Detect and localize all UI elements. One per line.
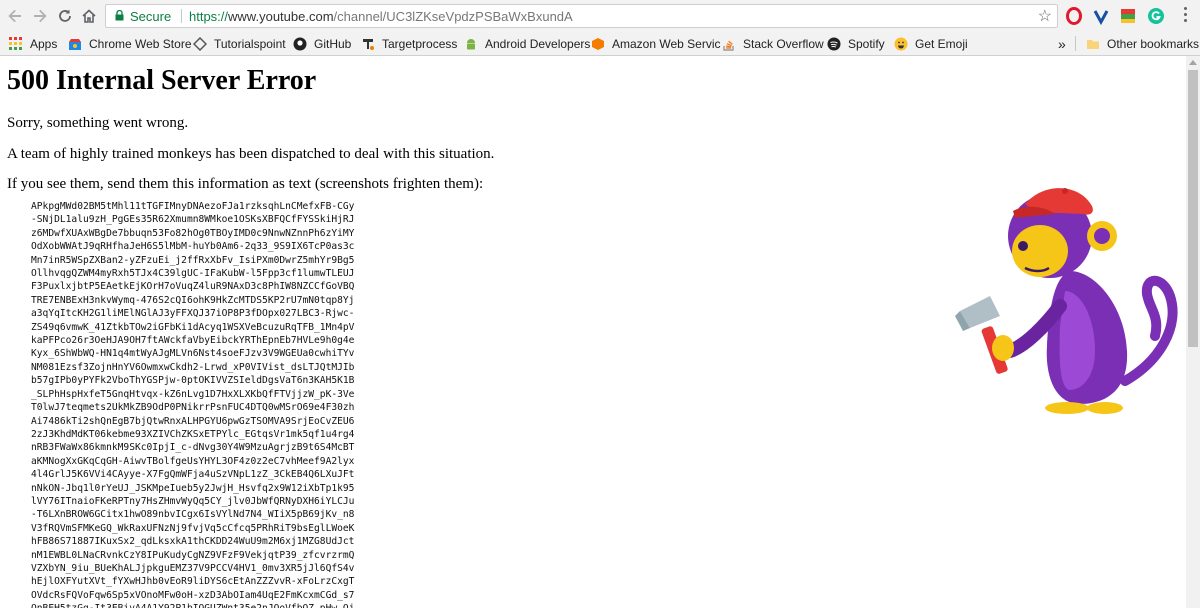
bookmark-label: Targetprocess — [382, 36, 458, 51]
bookmark-chrome-web-store[interactable]: Chrome Web Store — [68, 35, 192, 52]
bookmark-apps[interactable]: Apps — [9, 35, 57, 52]
targetprocess-icon — [363, 38, 374, 50]
debug-info-line: _SLPhHspHxfeT5GnqHtvqx-kZ6nLvg1D7HxXLXKb… — [31, 388, 355, 400]
scroll-up-arrow-icon[interactable] — [1189, 60, 1197, 65]
debug-info-line: 4l4GrlJ5K6VVi4CAyye-X7FgQmWFja4uSzVNpL1z… — [31, 469, 355, 481]
debug-info-line: aKMNogXxGKqCqGH-AiwvTBolfgeUsYHYL3OF4z0z… — [31, 455, 355, 467]
bookmark-label: Tutorialspoint — [214, 36, 286, 51]
github-icon — [293, 37, 307, 50]
colorful-extension-icon[interactable] — [1119, 7, 1137, 25]
spotify-icon — [827, 37, 841, 50]
browser-toolbar: Secure https://www.youtube.com/channel/U… — [0, 0, 1200, 32]
omnibox-divider — [181, 9, 182, 23]
debug-info-line: 2zJ3KhdMdKT06kebme93XZIVChZKSxETPYlc_EGt… — [31, 428, 355, 440]
back-arrow-icon[interactable] — [4, 5, 26, 27]
home-icon[interactable] — [78, 5, 100, 27]
bookmark-label: Chrome Web Store — [89, 36, 192, 51]
url-text[interactable]: https://www.youtube.com/channel/UC3lZKse… — [189, 9, 573, 24]
debug-info-line: kaPFPco26r3OeHJA9OH7ftAWckfaVbyEibckYRTh… — [31, 335, 355, 347]
bookmark-tutorialspoint[interactable]: Tutorialspoint — [193, 35, 286, 52]
url-path: /channel/UC3lZKseVpdzPSBaWxBxundA — [333, 9, 573, 24]
address-bar[interactable]: Secure https://www.youtube.com/channel/U… — [105, 4, 1058, 28]
debug-info-line: NM081Ezsf3ZojnHnYV6OwmxwCkdh2-Lrwd_xP0VI… — [31, 361, 355, 373]
url-host: www.youtube.com — [228, 9, 334, 24]
bookmark-get-emoji[interactable]: Get Emoji — [894, 35, 968, 52]
debug-info-line: Ai7486kTi2shQnEgB7bjQtwRnxALHPGYU6pwGzTS… — [31, 415, 355, 427]
error-message-monkeys: A team of highly trained monkeys has bee… — [7, 146, 495, 162]
bookmark-label: Stack Overflow — [743, 36, 824, 51]
bookmark-label: Amazon Web Servic — [612, 36, 721, 51]
debug-info-line: OVdcRsFQVoFqw6Sp5xVOnoMFw0oH-xzD3AbOIam4… — [31, 589, 355, 601]
bookmark-spotify[interactable]: Spotify — [827, 35, 885, 52]
debug-info-line: -SNjDL1alu9zH_PgGEs35R62Xmumn8WMkoe1OSKs… — [31, 214, 355, 226]
debug-info-line: V3fRQVmSFMKeGQ_WkRaxUFNzNj9fvjVq5cCfcq5P… — [31, 522, 355, 534]
debug-info-line: nNkON-Jbq1l0rYeUJ_JSKMpeIueb5y2JwjH_Hsvf… — [31, 482, 355, 494]
debug-info-line: OdXobWWAtJ9qRHfhaJeH6S5lMbM-huYb0Am6-2q3… — [31, 241, 355, 253]
url-scheme: https:// — [189, 9, 229, 24]
debug-info-line: T0lwJ7teqmets2UkMkZB9OdP0PNikrrPsnFUC4DT… — [31, 402, 355, 414]
bookmark-stack-overflow[interactable]: Stack Overflow — [722, 35, 824, 52]
bookmark-android-developers[interactable]: Android Developers — [464, 35, 590, 52]
debug-info-line: ZS49q6vmwK_41ZtkbTOw2iGFbKi1dAcyq1WSXVeB… — [31, 321, 355, 333]
forward-arrow-icon[interactable] — [29, 5, 51, 27]
bookmark-label: Other bookmarks — [1107, 36, 1200, 51]
debug-info-line: Kyx_6ShWbWQ-HN1q4mtWyAJgMLVn6Nst4soeFJzv… — [31, 348, 355, 360]
debug-info-line: QnBEH5tzGg-It3EBivA4A1Y92P1bIOGUZWnt35e2… — [31, 602, 354, 608]
chrome-web-store-icon — [69, 38, 81, 50]
bookmark-targetprocess[interactable]: Targetprocess — [361, 35, 457, 52]
debug-info-line: F3PuxlxjbtP5EAetkEjKOrH7oVuqZ4luR9NAxD3c… — [31, 281, 355, 293]
debug-info-line: hFB86S71887IKuxSx2_qdLksxkA1thCKDD24WuU9… — [31, 536, 355, 548]
lock-icon — [115, 10, 124, 21]
debug-info-line: hEjlOXFYutXVt_fYXwHJhb0vEoR9liDYS6cEtAnZ… — [31, 576, 355, 588]
bookmarks-overflow-chevron[interactable]: » — [1058, 35, 1066, 52]
monkey-with-hammer-illustration — [955, 188, 1178, 414]
debug-info-line: b57gIPb0yPYFk2VboThYGSPjw-0ptOKIVVZSIeld… — [31, 375, 355, 387]
grammarly-extension-icon[interactable] — [1147, 7, 1165, 25]
page-title: 500 Internal Server Error — [7, 65, 317, 96]
error-message-instructions: If you see them, send them this informat… — [7, 176, 484, 192]
bookmark-label: Apps — [30, 36, 58, 51]
bookmark-star-icon[interactable]: ☆ — [1038, 6, 1052, 26]
bookmark-amazon-web-services[interactable]: Amazon Web Servic — [591, 35, 721, 52]
emoji-icon — [894, 37, 908, 50]
android-icon — [467, 38, 475, 49]
folder-icon — [1087, 39, 1099, 49]
secure-label: Secure — [130, 9, 172, 24]
opera-extension-icon[interactable] — [1065, 7, 1083, 25]
apps-grid-icon — [9, 36, 22, 50]
debug-info-line: nM1EWBL0LNaCRvnkCzY8IPuKudyCgNZ9VFzF9Vek… — [31, 549, 355, 561]
debug-info-line: Mn7inR5WSpZXBan2-yZFzuEi_j2ffRxXbFv_IsiP… — [31, 254, 355, 266]
debug-info-line: nRB3FWaWx86kmnkM9SKc0IpjI_c-dNvg30Y4W9Mz… — [31, 442, 355, 454]
debug-info-line: APkpgMWd02BM5tMhl11tTGFIMnyDNAezoFJa1rzk… — [31, 201, 355, 212]
stackoverflow-icon — [723, 40, 734, 51]
bookmarks-bar: Apps Chrome Web Store Tutorialspoint Git… — [0, 32, 1200, 56]
bookmarks-divider — [1075, 36, 1076, 51]
debug-info-line: OllhvqgQZWM4myRxh5TJx4C39lgUC-IFaKubW-l5… — [31, 268, 355, 280]
browser-menu-icon[interactable] — [1184, 7, 1188, 25]
scrollbar-thumb[interactable] — [1188, 70, 1198, 347]
vivaldi-extension-icon[interactable] — [1092, 7, 1110, 25]
error-debug-info[interactable]: APkpgMWd02BM5tMhl11tTGFIMnyDNAezoFJa1rzk… — [31, 200, 354, 608]
debug-info-line: z6MDwfXUAxWBgDe7bbuqn53Fo82hOg0TBOyIMD0c… — [31, 227, 355, 239]
error-message-sorry: Sorry, something went wrong. — [7, 115, 189, 131]
debug-info-line: VZXbYN_9iu_BUeKhALJjpkguEMZ37V9PCCV4HV1_… — [31, 562, 355, 574]
bookmark-github[interactable]: GitHub — [293, 35, 351, 52]
debug-info-line: TRE7ENBExH3nkvWymq-476S2cQI6ohK9HkZcMTDS… — [31, 294, 355, 306]
debug-info-line: a3qYqItcKH2G1liMElNGlAJ3yFFXQJ37iOP8P3fD… — [31, 308, 355, 320]
tutorialspoint-icon — [193, 36, 207, 51]
debug-info-line: -T6LXnBROW6GCitx1hwO89nbvICgx6IsVYlNd7N4… — [31, 509, 355, 521]
page-scrollbar[interactable] — [1186, 56, 1200, 608]
reload-icon[interactable] — [54, 5, 76, 27]
bookmark-label: GitHub — [314, 36, 352, 51]
bookmark-other-bookmarks[interactable]: Other bookmarks — [1086, 35, 1199, 52]
bookmark-label: Get Emoji — [915, 36, 968, 51]
bookmark-label: Spotify — [848, 36, 885, 51]
page-content: 500 Internal Server Error Sorry, somethi… — [0, 56, 1186, 608]
debug-info-line: lVY76ITnaioFKeRPTny7HsZHmvWyQq5CY_jlv0Jb… — [31, 495, 355, 507]
aws-icon — [592, 37, 604, 50]
bookmark-label: Android Developers — [485, 36, 591, 51]
